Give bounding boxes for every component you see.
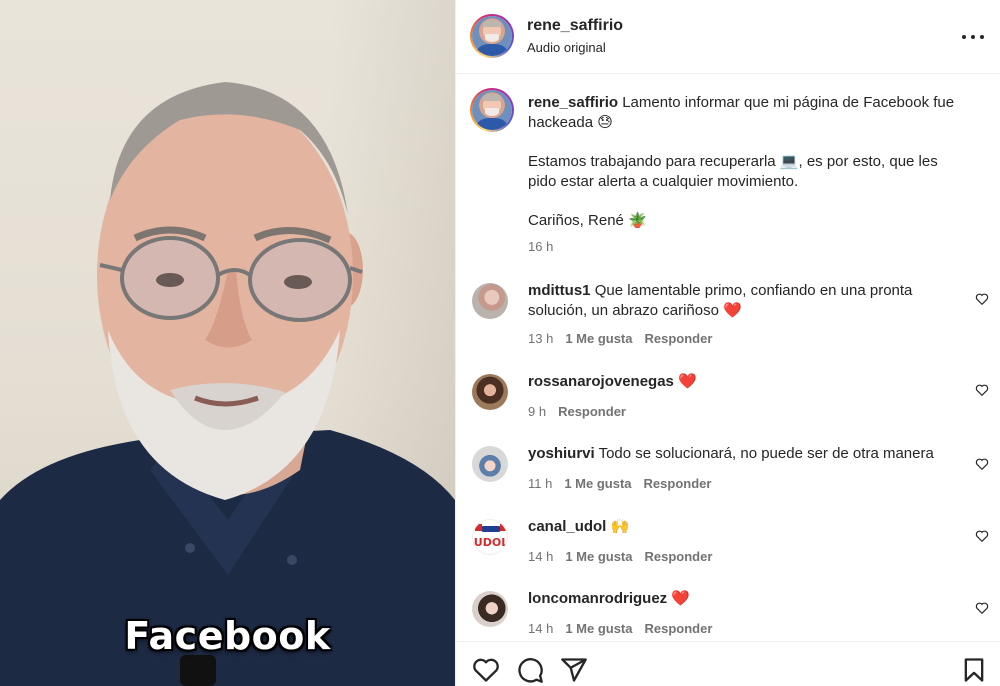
comment-message: ❤️ [671,590,691,607]
comment-message: ❤️ [678,373,697,390]
video-frame-person [0,82,455,686]
comment-text: yoshiurvi Todo se solucionará, no puede … [528,444,958,464]
comment-text: canal_udol 🙌 [528,517,958,537]
comment-likes[interactable]: 1 Me gusta [565,621,632,636]
comment-meta: 9 h Responder [528,404,626,419]
heart-icon[interactable] [472,656,500,684]
caption-text: rene_saffirio Lamento informar que mi pá… [528,93,968,250]
header-username[interactable]: rene_saffirio [527,17,623,35]
comment-avatar[interactable] [472,591,508,627]
reply-button[interactable]: Responder [644,476,712,491]
post-header: rene_saffirio Audio original [456,0,1000,74]
comment-like-heart-icon[interactable] [975,383,989,397]
comment-time: 13 h [528,331,554,346]
header-avatar[interactable] [470,14,514,58]
comment-meta: 14 h 1 Me gusta Responder [528,621,712,636]
reply-button[interactable]: Responder [645,331,713,346]
comment-text: loncomanrodriguez ❤️ [528,589,958,609]
post-side-panel: rene_saffirio Audio original rene_saffir… [455,0,1000,686]
comment-icon[interactable] [516,656,544,684]
reply-button[interactable]: Responder [645,621,713,636]
comment-time: 11 h [528,476,553,491]
post-action-bar [456,641,1000,686]
comment-like-heart-icon[interactable] [975,457,989,471]
comment-like-heart-icon[interactable] [975,529,989,543]
more-options-icon[interactable] [960,26,986,48]
comment-message: 🙌 [610,518,630,535]
reply-button[interactable]: Responder [645,549,713,564]
comment-username[interactable]: rossanarojovenegas [528,373,674,390]
comment-time: 9 h [528,404,547,419]
caption-paragraph: Estamos trabajando para recuperarla 💻, e… [528,153,938,190]
comment-meta: 13 h 1 Me gusta Responder [528,331,712,346]
caption-paragraph: Cariños, René 🪴 [528,212,647,229]
comment-meta: 14 h 1 Me gusta Responder [528,549,712,564]
caption-username[interactable]: rene_saffirio [528,94,618,111]
udol-logo-icon: UDOL [474,524,508,549]
bookmark-icon[interactable] [960,656,988,684]
comment-like-heart-icon[interactable] [975,601,989,615]
comment-text: rossanarojovenegas ❤️ [528,372,958,392]
header-audio-link[interactable]: Audio original [527,40,606,55]
comment-username[interactable]: yoshiurvi [528,445,595,462]
comment-meta: 11 h 1 Me gusta Responder [528,476,711,491]
reply-button[interactable]: Responder [558,404,626,419]
comment-username[interactable]: canal_udol [528,518,606,535]
share-icon[interactable] [560,656,588,684]
comment-avatar[interactable] [472,283,508,319]
video-caption-overlay: Facebook [124,614,331,658]
caption-avatar[interactable] [470,88,514,132]
udol-logo-text: UDOL [474,536,508,549]
comment-avatar[interactable] [472,374,508,410]
comment-likes[interactable]: 1 Me gusta [565,549,632,564]
video-player[interactable]: Facebook [0,0,455,686]
comment-username[interactable]: loncomanrodriguez [528,590,667,607]
comment-avatar[interactable] [472,446,508,482]
comment-username[interactable]: mdittus1 [528,282,591,299]
comment-likes[interactable]: 1 Me gusta [564,476,631,491]
comment-time: 14 h [528,621,554,636]
comment-avatar[interactable]: UDOL [472,519,508,555]
caption-timestamp: 16 h [528,239,554,254]
comment-text: mdittus1 Que lamentable primo, confiando… [528,281,958,321]
comment-like-heart-icon[interactable] [975,292,989,306]
comment-likes[interactable]: 1 Me gusta [565,331,632,346]
comment-message: Todo se solucionará, no puede ser de otr… [598,445,934,462]
comment-time: 14 h [528,549,554,564]
